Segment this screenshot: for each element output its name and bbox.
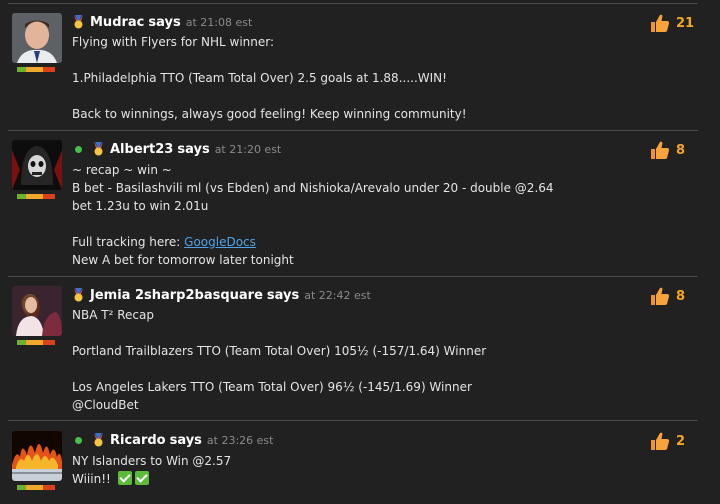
says-label: says bbox=[266, 287, 300, 303]
post-mudrac: Mudrac says at 21:08 est Flying with Fly… bbox=[0, 13, 720, 125]
username[interactable]: Ricardo bbox=[110, 433, 166, 448]
post-body: Flying with Flyers for NHL winner: 1.Phil… bbox=[72, 33, 467, 123]
avatar[interactable] bbox=[12, 286, 62, 336]
divider bbox=[8, 3, 698, 4]
username[interactable]: Mudrac bbox=[90, 15, 144, 30]
post-text: Wiiin!! bbox=[72, 472, 111, 486]
post-line: Wiiin!! bbox=[72, 470, 231, 488]
like-count: 2 bbox=[676, 433, 686, 449]
avatar[interactable] bbox=[12, 140, 62, 190]
link-prefix: Full tracking here: bbox=[72, 235, 185, 249]
post-ricardo: Ricardo says at 23:26 est NY Islanders t… bbox=[0, 431, 720, 501]
avatar[interactable] bbox=[12, 13, 62, 63]
timestamp: at 22:42 est bbox=[304, 288, 371, 302]
like-count: 8 bbox=[676, 288, 686, 304]
post-line: Full tracking here: GoogleDocs bbox=[72, 233, 554, 251]
medal-icon bbox=[94, 142, 103, 156]
timestamp: at 21:08 est bbox=[185, 15, 253, 29]
medal-icon bbox=[74, 288, 83, 302]
username[interactable]: Albert23 bbox=[110, 142, 173, 157]
like-button[interactable]: 8 bbox=[650, 140, 685, 160]
thumbs-up-icon bbox=[651, 141, 670, 159]
says-label: says bbox=[148, 14, 181, 30]
post-line: Portland Trailblazers TTO (Team Total Ov… bbox=[72, 344, 487, 358]
check-mark-icon bbox=[134, 471, 149, 485]
avatar[interactable] bbox=[12, 431, 62, 481]
post-header: Jemia 2sharp2basquare says at 22:42 est bbox=[72, 286, 371, 304]
post-header: Ricardo says at 23:26 est bbox=[72, 431, 273, 449]
post-line: bet 1.23u to win 2.01u bbox=[72, 199, 209, 213]
post-body: NBA T² Recap Portland Trailblazers TTO (T… bbox=[72, 306, 486, 414]
flames-image-icon bbox=[12, 431, 62, 481]
post-header: Albert23 says at 21:20 est bbox=[72, 140, 281, 158]
timestamp: at 21:20 est bbox=[214, 142, 282, 156]
post-line: Back to winnings, always good feeling! K… bbox=[72, 107, 467, 121]
like-count: 8 bbox=[676, 142, 686, 158]
username[interactable]: Jemia 2sharp2basquare bbox=[90, 288, 263, 303]
post-line: NBA T² Recap bbox=[72, 308, 154, 322]
timestamp: at 23:26 est bbox=[206, 433, 274, 447]
like-button[interactable]: 2 bbox=[650, 431, 685, 451]
post-header: Mudrac says at 21:08 est bbox=[72, 13, 252, 31]
user-photo-icon bbox=[12, 286, 62, 336]
post-line: Los Angeles Lakers TTO (Team Total Over)… bbox=[72, 380, 472, 394]
user-photo-icon bbox=[12, 13, 62, 63]
post-albert23: Albert23 says at 21:20 est ~ recap ~ win… bbox=[0, 140, 720, 270]
check-mark-icon bbox=[117, 471, 132, 485]
post-line bbox=[72, 215, 554, 233]
post-line: NY Islanders to Win @2.57 bbox=[72, 454, 232, 468]
reputation-bar bbox=[17, 485, 55, 490]
divider bbox=[8, 420, 698, 421]
post-jemia: Jemia 2sharp2basquare says at 22:42 est … bbox=[0, 286, 720, 414]
reputation-bar bbox=[17, 194, 55, 199]
like-count: 21 bbox=[676, 15, 695, 31]
post-line bbox=[72, 324, 486, 342]
thumbs-up-icon bbox=[651, 287, 670, 305]
comment-feed: Mudrac says at 21:08 est Flying with Fly… bbox=[0, 0, 720, 504]
post-line bbox=[72, 51, 467, 69]
post-line: B bet - Basilashvili ml (vs Ebden) and N… bbox=[72, 181, 554, 195]
medal-icon bbox=[74, 15, 83, 29]
post-line bbox=[72, 87, 467, 105]
post-line: New A bet for tomorrow later tonight bbox=[72, 253, 294, 267]
like-button[interactable]: 8 bbox=[650, 286, 685, 306]
reputation-bar bbox=[17, 67, 55, 72]
divider bbox=[8, 276, 698, 277]
thumbs-up-icon bbox=[651, 432, 670, 450]
medal-icon bbox=[94, 433, 103, 447]
googledocs-link[interactable]: GoogleDocs bbox=[184, 235, 256, 249]
online-status-dot bbox=[75, 145, 82, 153]
post-line: Flying with Flyers for NHL winner: bbox=[72, 35, 275, 49]
post-line: @CloudBet bbox=[72, 398, 139, 412]
like-button[interactable]: 21 bbox=[650, 13, 694, 33]
online-status-dot bbox=[75, 436, 82, 444]
post-body: ~ recap ~ win ~ B bet - Basilashvili ml (… bbox=[72, 161, 554, 269]
thumbs-up-icon bbox=[651, 14, 670, 32]
post-line: 1.Philadelphia TTO (Team Total Over) 2.5… bbox=[72, 71, 447, 85]
reputation-bar bbox=[17, 340, 55, 345]
divider bbox=[8, 130, 698, 131]
says-label: says bbox=[169, 432, 202, 448]
post-body: NY Islanders to Win @2.57 Wiiin!! bbox=[72, 452, 231, 488]
post-line bbox=[72, 360, 486, 378]
post-line: ~ recap ~ win ~ bbox=[72, 163, 172, 177]
user-photo-icon bbox=[12, 140, 62, 190]
says-label: says bbox=[177, 141, 210, 157]
